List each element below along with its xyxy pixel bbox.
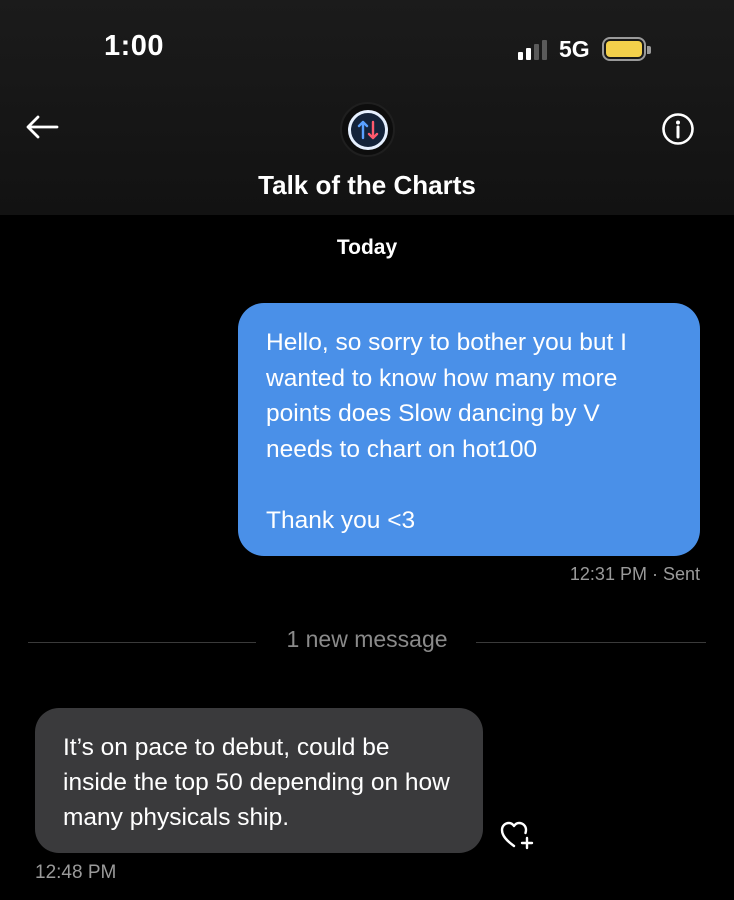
react-button[interactable] [498,817,538,853]
outgoing-message-status: · Sent [651,564,700,584]
day-separator: Today [336,236,398,259]
outgoing-message-time: 12:31 PM [569,564,647,584]
outgoing-message-bubble[interactable]: Hello, so sorry to bother you but I want… [238,303,700,556]
signal-strength-icon [518,38,547,60]
status-time: 1:00 [104,30,165,62]
battery-icon [601,37,651,61]
outgoing-message-meta: 12:31 PM · Sent [570,564,700,585]
incoming-message-bubble[interactable]: It’s on pace to debut, could be inside t… [35,708,483,853]
chat-title[interactable]: Talk of the Charts [0,170,734,201]
info-circle-icon [662,113,694,145]
arrow-left-icon [26,115,59,139]
status-indicators: 5G [518,34,651,64]
new-message-divider: 1 new message [286,626,448,652]
incoming-message-time: 12:48 PM [35,862,117,883]
contact-avatar[interactable] [340,102,395,157]
info-button[interactable] [661,112,695,146]
back-button[interactable] [22,112,62,142]
network-type: 5G [559,35,590,62]
heart-plus-icon [500,821,534,850]
up-down-arrows-icon [357,120,378,139]
